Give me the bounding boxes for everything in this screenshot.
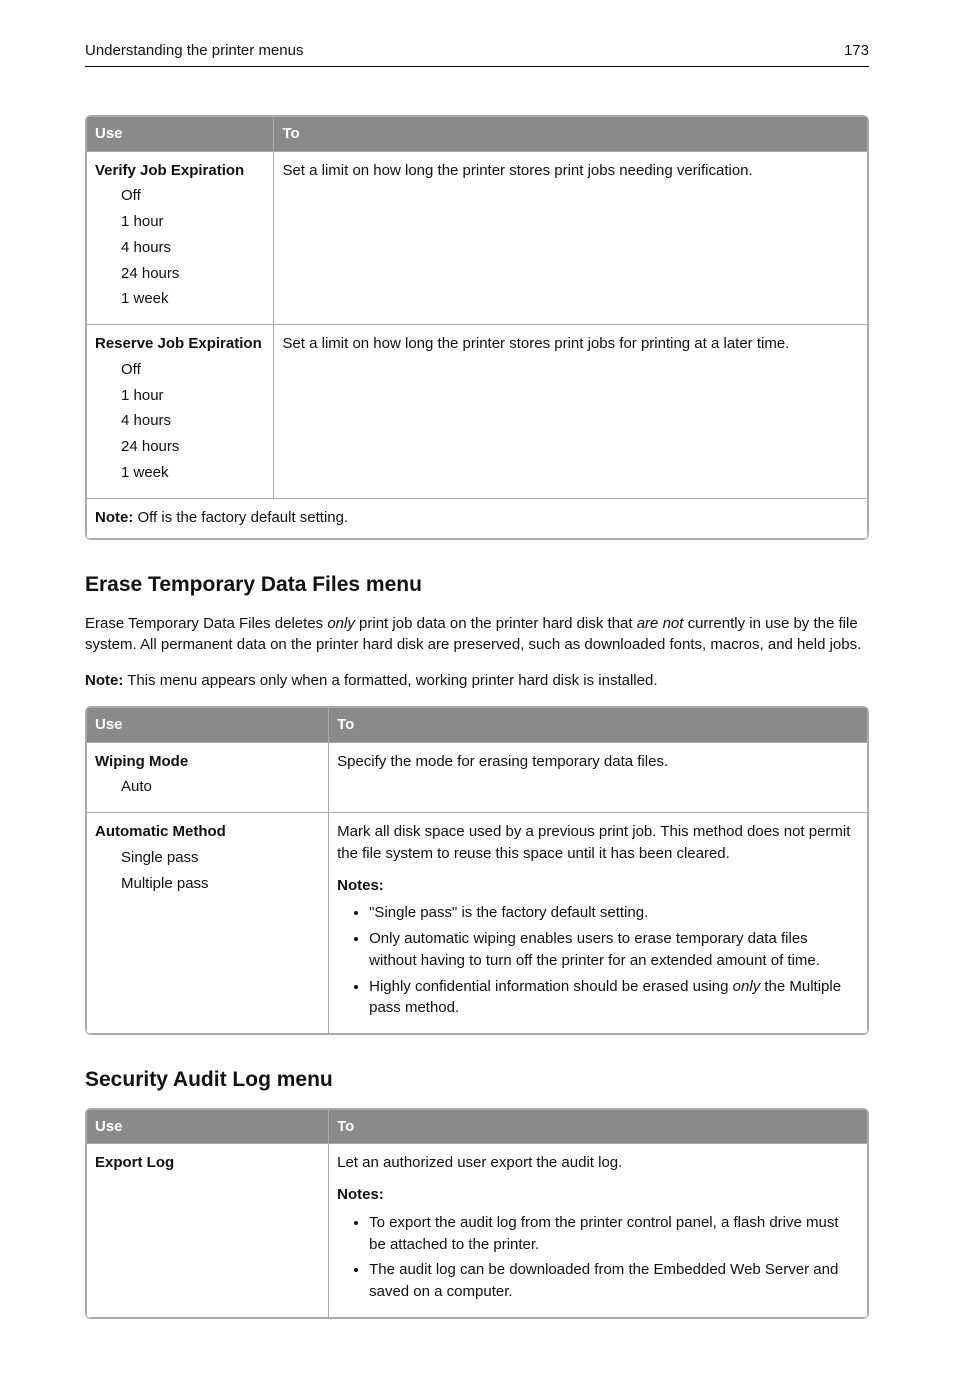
page-number: 173 [844, 40, 869, 62]
notes-list: "Single pass" is the factory default set… [337, 902, 859, 1019]
list-item: Highly confidential information should b… [369, 976, 859, 1020]
setting-title: Wiping Mode [95, 751, 320, 773]
option: Off [121, 185, 265, 207]
section-note: Note: This menu appears only when a form… [85, 670, 869, 692]
option: Off [121, 359, 265, 381]
page-header: Understanding the printer menus 173 [85, 40, 869, 67]
option: 4 hours [121, 410, 265, 432]
job-expiration-table: Use To Verify Job Expiration Off 1 hour … [85, 115, 869, 541]
note-text: Off is the factory default setting. [133, 509, 348, 526]
setting-title: Verify Job Expiration [95, 160, 265, 182]
col-to: To [329, 1109, 868, 1144]
option: Auto [121, 776, 320, 798]
setting-desc: Specify the mode for erasing temporary d… [329, 742, 868, 813]
col-to: To [329, 707, 868, 742]
options-list: Single pass Multiple pass [121, 847, 320, 895]
option: 4 hours [121, 237, 265, 259]
section-heading: Erase Temporary Data Files menu [85, 570, 869, 600]
options-list: Off 1 hour 4 hours 24 hours 1 week [121, 185, 265, 310]
table-row: Reserve Job Expiration Off 1 hour 4 hour… [87, 325, 868, 499]
list-item: To export the audit log from the printer… [369, 1212, 859, 1256]
options-list: Off 1 hour 4 hours 24 hours 1 week [121, 359, 265, 484]
table-row: Automatic Method Single pass Multiple pa… [87, 813, 868, 1034]
option: Multiple pass [121, 873, 320, 895]
table-row: Export Log Let an authorized user export… [87, 1144, 868, 1318]
list-item: The audit log can be downloaded from the… [369, 1259, 859, 1303]
col-use: Use [87, 707, 329, 742]
option: 1 hour [121, 211, 265, 233]
options-list: Auto [121, 776, 320, 798]
col-use: Use [87, 1109, 329, 1144]
table-row: Wiping Mode Auto Specify the mode for er… [87, 742, 868, 813]
notes-label: Notes: [337, 875, 859, 897]
setting-desc: Set a limit on how long the printer stor… [274, 325, 868, 499]
list-item: Only automatic wiping enables users to e… [369, 928, 859, 972]
setting-title: Automatic Method [95, 821, 320, 843]
setting-desc: Let an authorized user export the audit … [337, 1152, 859, 1174]
setting-desc: Set a limit on how long the printer stor… [274, 151, 868, 325]
col-to: To [274, 116, 868, 151]
erase-temp-table: Use To Wiping Mode Auto Specify the mode… [85, 706, 869, 1035]
setting-desc: Mark all disk space used by a previous p… [337, 821, 859, 865]
option: 24 hours [121, 436, 265, 458]
setting-title: Export Log [95, 1152, 320, 1174]
option: 24 hours [121, 263, 265, 285]
notes-list: To export the audit log from the printer… [337, 1212, 859, 1303]
option: Single pass [121, 847, 320, 869]
table-note-row: Note: Off is the factory default setting… [87, 498, 868, 539]
note-label: Note: [95, 509, 133, 526]
option: 1 hour [121, 385, 265, 407]
notes-label: Notes: [337, 1184, 859, 1206]
option: 1 week [121, 288, 265, 310]
option: 1 week [121, 462, 265, 484]
list-item: "Single pass" is the factory default set… [369, 902, 859, 924]
section-heading: Security Audit Log menu [85, 1065, 869, 1095]
setting-title: Reserve Job Expiration [95, 333, 265, 355]
security-audit-table: Use To Export Log Let an authorized user… [85, 1108, 869, 1319]
header-title: Understanding the printer menus [85, 40, 303, 62]
section-paragraph: Erase Temporary Data Files deletes only … [85, 613, 869, 657]
col-use: Use [87, 116, 274, 151]
table-row: Verify Job Expiration Off 1 hour 4 hours… [87, 151, 868, 325]
